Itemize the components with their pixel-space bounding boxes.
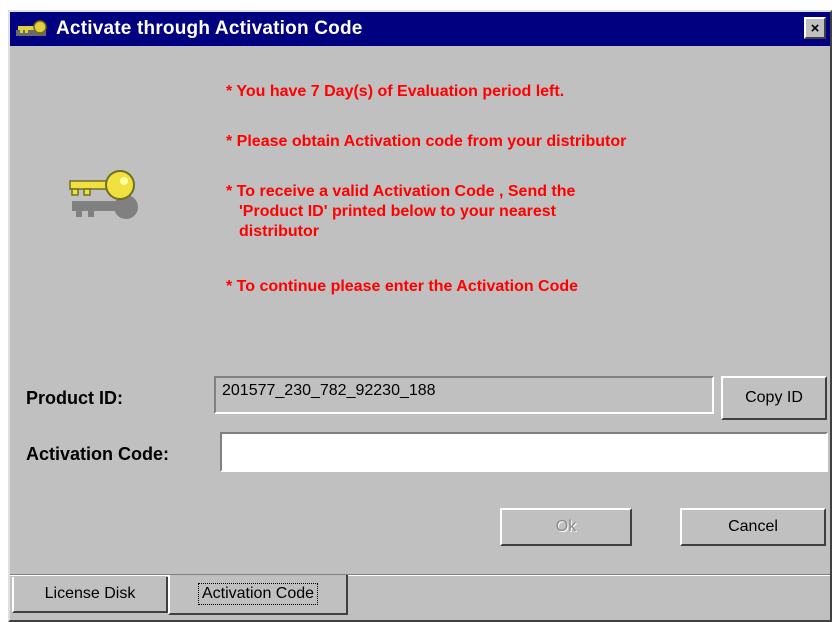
key-icon <box>66 167 146 228</box>
send-product-id-message-line-2: 'Product ID' printed below to your neare… <box>239 203 556 220</box>
copy-id-label: Copy ID <box>745 389 803 406</box>
ok-label: Ok <box>555 518 577 535</box>
send-product-id-message-line-1: * To receive a valid Activation Code , S… <box>226 183 576 200</box>
evaluation-days-message: * You have 7 Day(s) of Evaluation period… <box>226 83 565 100</box>
cancel-label: Cancel <box>728 518 778 535</box>
tab-activation-code-label: Activation Code <box>197 583 319 605</box>
obtain-code-message: * Please obtain Activation code from you… <box>226 133 627 150</box>
close-button[interactable]: × <box>804 17 826 39</box>
close-icon: × <box>810 19 820 37</box>
ok-button[interactable]: Ok <box>500 508 632 546</box>
copy-id-button[interactable]: Copy ID <box>721 376 827 420</box>
tab-activation-code[interactable]: Activation Code <box>168 575 348 615</box>
title-bar[interactable]: Activate through Activation Code × <box>10 12 830 46</box>
cancel-button[interactable]: Cancel <box>680 508 826 546</box>
product-id-label: Product ID: <box>26 388 123 408</box>
tab-license-disk[interactable]: License Disk <box>12 577 168 613</box>
tab-license-disk-label: License Disk <box>44 585 136 602</box>
key-app-icon <box>14 16 54 42</box>
activation-code-input[interactable] <box>220 432 828 472</box>
window-title: Activate through Activation Code <box>56 18 363 39</box>
product-id-field: 201577_230_782_92230_188 <box>214 376 714 414</box>
send-product-id-message-line-3: distributor <box>239 223 319 240</box>
tab-strip-divider <box>10 574 830 576</box>
enter-code-message: * To continue please enter the Activatio… <box>226 278 579 295</box>
activation-dialog: Activate through Activation Code × * You… <box>8 10 832 622</box>
activation-code-label: Activation Code: <box>26 444 170 464</box>
